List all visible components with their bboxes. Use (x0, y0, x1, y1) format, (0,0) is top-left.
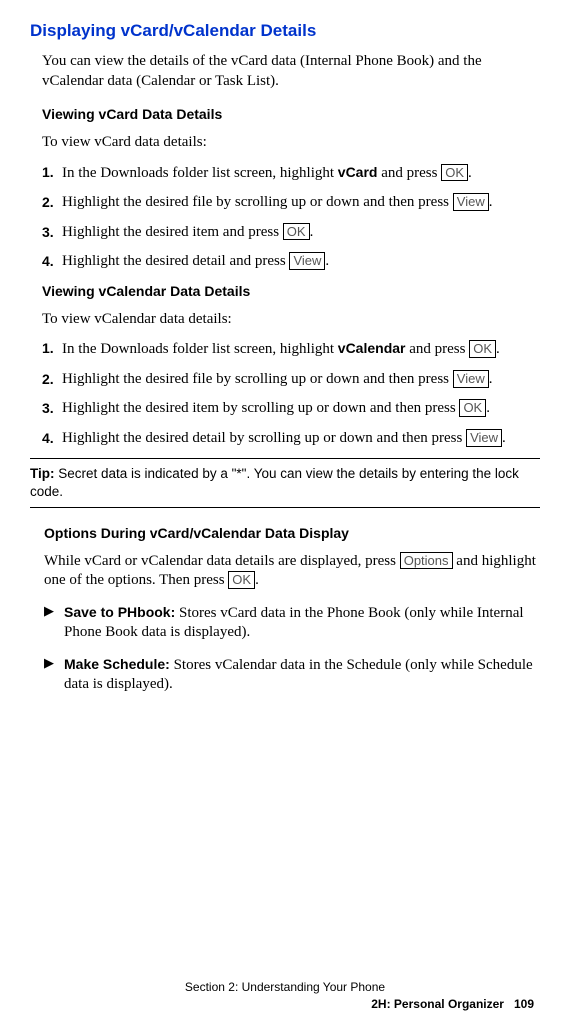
vcard-step-1: 1. In the Downloads folder list screen, … (42, 163, 540, 184)
footer-chapter-line: 2H: Personal Organizer 109 (30, 997, 540, 1013)
step-body: Highlight the desired file by scrolling … (62, 193, 540, 213)
step-number: 2. (42, 370, 58, 390)
bullet-marker-icon: ▶ (44, 655, 60, 695)
bullet-make-schedule: ▶ Make Schedule: Stores vCalendar data i… (44, 655, 540, 695)
vcard-step-3: 3. Highlight the desired item and press … (42, 223, 540, 243)
text: Highlight the desired item by scrolling … (62, 400, 459, 416)
ok-key: OK (283, 223, 310, 241)
bullet-marker-icon: ▶ (44, 603, 60, 643)
text: . (496, 341, 500, 357)
tip-block: Tip: Secret data is indicated by a "*". … (30, 458, 540, 507)
ok-key: OK (469, 340, 496, 358)
text: In the Downloads folder list screen, hig… (62, 341, 338, 357)
subheading-vcalendar: Viewing vCalendar Data Details (42, 282, 540, 300)
bullet-body: Make Schedule: Stores vCalendar data in … (64, 655, 540, 695)
text: . (255, 572, 259, 588)
vcal-step-2: 2. Highlight the desired file by scrolli… (42, 370, 540, 390)
subheading-vcard: Viewing vCard Data Details (42, 105, 540, 123)
step-number: 4. (42, 429, 58, 449)
bullet-label: Make Schedule: (64, 656, 170, 672)
vcard-intro: To view vCard data details: (42, 133, 540, 153)
bullet-save-phbook: ▶ Save to PHbook: Stores vCard data in t… (44, 603, 540, 643)
text: . (310, 224, 314, 240)
text: . (468, 165, 472, 181)
step-number: 1. (42, 163, 58, 184)
options-intro: While vCard or vCalendar data details ar… (44, 552, 540, 591)
text: and press (377, 165, 441, 181)
page-number: 109 (514, 997, 534, 1011)
section-heading: Displaying vCard/vCalendar Details (30, 20, 540, 42)
step-body: Highlight the desired detail and press V… (62, 252, 540, 272)
options-heading: Options During vCard/vCalendar Data Disp… (44, 524, 540, 542)
text: . (325, 253, 329, 269)
step-number: 2. (42, 193, 58, 213)
step-number: 1. (42, 339, 58, 360)
step-body: In the Downloads folder list screen, hig… (62, 339, 540, 360)
text: and press (405, 341, 469, 357)
step-body: Highlight the desired file by scrolling … (62, 370, 540, 390)
step-number: 4. (42, 252, 58, 272)
text: Highlight the desired item and press (62, 224, 283, 240)
text: In the Downloads folder list screen, hig… (62, 165, 338, 181)
vcalendar-intro: To view vCalendar data details: (42, 310, 540, 330)
bullet-label: Save to PHbook: (64, 604, 175, 620)
tip-label: Tip: (30, 466, 55, 481)
footer-chapter: 2H: Personal Organizer (371, 997, 504, 1011)
step-body: In the Downloads folder list screen, hig… (62, 163, 540, 184)
step-body: Highlight the desired detail by scrollin… (62, 429, 540, 449)
text: Highlight the desired detail and press (62, 253, 289, 269)
tip-body: Secret data is indicated by a "*". You c… (30, 466, 519, 499)
options-key: Options (400, 552, 453, 570)
view-key: View (453, 193, 489, 211)
vcard-step-2: 2. Highlight the desired file by scrolli… (42, 193, 540, 213)
bullet-body: Save to PHbook: Stores vCard data in the… (64, 603, 540, 643)
text: . (489, 371, 493, 387)
vcard-step-4: 4. Highlight the desired detail and pres… (42, 252, 540, 272)
text: . (489, 194, 493, 210)
footer-section-line: Section 2: Understanding Your Phone (30, 980, 540, 996)
step-body: Highlight the desired item by scrolling … (62, 399, 540, 419)
text: . (502, 430, 506, 446)
vcal-step-3: 3. Highlight the desired item by scrolli… (42, 399, 540, 419)
step-number: 3. (42, 223, 58, 243)
view-key: View (466, 429, 502, 447)
ok-key: OK (459, 399, 486, 417)
step-number: 3. (42, 399, 58, 419)
ok-key: OK (441, 164, 468, 182)
bold-vcard: vCard (338, 164, 378, 180)
ok-key: OK (228, 571, 255, 589)
vcal-step-1: 1. In the Downloads folder list screen, … (42, 339, 540, 360)
text: Highlight the desired file by scrolling … (62, 194, 453, 210)
vcal-step-4: 4. Highlight the desired detail by scrol… (42, 429, 540, 449)
text: While vCard or vCalendar data details ar… (44, 553, 400, 569)
section-intro: You can view the details of the vCard da… (42, 52, 540, 91)
view-key: View (289, 252, 325, 270)
text: Highlight the desired detail by scrollin… (62, 430, 466, 446)
bold-vcalendar: vCalendar (338, 340, 406, 356)
page-footer: Section 2: Understanding Your Phone 2H: … (30, 980, 540, 1013)
step-body: Highlight the desired item and press OK. (62, 223, 540, 243)
view-key: View (453, 370, 489, 388)
text: Highlight the desired file by scrolling … (62, 371, 453, 387)
text: . (486, 400, 490, 416)
